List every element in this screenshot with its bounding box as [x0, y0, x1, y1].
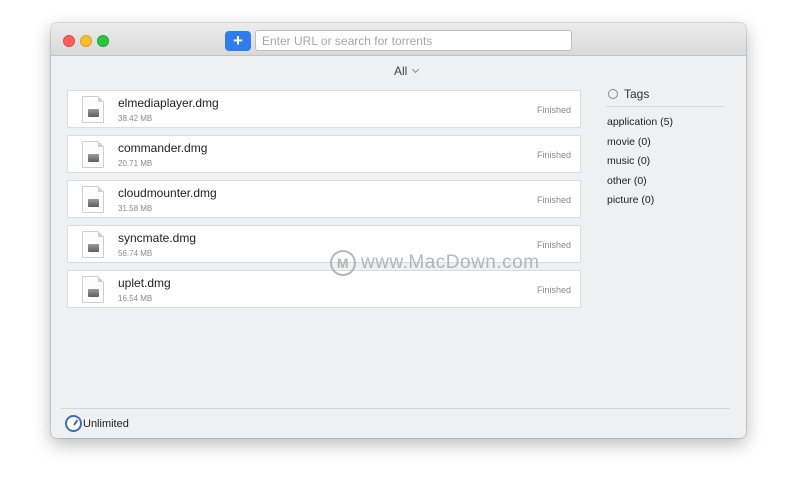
watermark: M www.MacDown.com — [330, 250, 540, 276]
torrent-status: Finished — [536, 150, 571, 160]
app-window: + All elmediaplayer.dmg 38.42 MB Finishe… — [51, 23, 746, 438]
torrent-status: Finished — [536, 240, 571, 250]
tags-header[interactable]: Tags — [606, 85, 724, 103]
dmg-file-icon — [82, 231, 104, 258]
filter-dropdown[interactable]: All — [394, 64, 420, 78]
watermark-logo: M — [330, 250, 356, 276]
tag-item-application[interactable]: application (5) — [606, 113, 724, 133]
torrent-list: elmediaplayer.dmg 38.42 MB Finished comm… — [67, 90, 581, 315]
tag-circle-icon — [608, 89, 618, 99]
speed-limit-label: Unlimited — [83, 417, 129, 430]
tag-item-picture[interactable]: picture (0) — [606, 191, 724, 211]
speed-limit-control[interactable]: Unlimited — [65, 415, 129, 432]
tags-panel: Tags application (5) movie (0) music (0)… — [606, 85, 724, 211]
torrent-row[interactable]: elmediaplayer.dmg 38.42 MB Finished — [67, 90, 581, 128]
torrent-status: Finished — [536, 285, 571, 295]
dmg-file-icon — [82, 96, 104, 123]
torrent-row[interactable]: commander.dmg 20.71 MB Finished — [67, 135, 581, 173]
torrent-status: Finished — [536, 195, 571, 205]
tag-item-other[interactable]: other (0) — [606, 172, 724, 192]
filter-label: All — [394, 64, 408, 78]
title-bar: + — [51, 23, 746, 56]
torrent-name: cloudmounter.dmg — [118, 186, 217, 200]
minimize-window-button[interactable] — [80, 35, 92, 47]
torrent-row[interactable]: cloudmounter.dmg 31.58 MB Finished — [67, 180, 581, 218]
torrent-name: syncmate.dmg — [118, 231, 197, 245]
status-divider — [61, 408, 730, 409]
speedometer-icon — [65, 415, 82, 432]
torrent-name: commander.dmg — [118, 141, 208, 155]
tags-divider — [606, 106, 724, 107]
dmg-file-icon — [82, 276, 104, 303]
tag-item-music[interactable]: music (0) — [606, 152, 724, 172]
watermark-text: www.MacDown.com — [361, 252, 540, 273]
add-torrent-button[interactable]: + — [225, 31, 251, 51]
torrent-size: 20.71 MB — [118, 159, 153, 168]
tags-title: Tags — [624, 87, 650, 101]
chevron-down-icon — [412, 65, 420, 74]
dmg-file-icon — [82, 141, 104, 168]
torrent-size: 31.58 MB — [118, 204, 153, 213]
close-window-button[interactable] — [63, 35, 75, 47]
torrent-size: 56.74 MB — [118, 249, 153, 258]
torrent-status: Finished — [536, 105, 571, 115]
torrent-name: uplet.dmg — [118, 276, 171, 290]
dmg-file-icon — [82, 186, 104, 213]
torrent-size: 16.54 MB — [118, 294, 153, 303]
zoom-window-button[interactable] — [97, 35, 109, 47]
torrent-size: 38.42 MB — [118, 114, 153, 123]
url-search-input[interactable] — [255, 30, 572, 51]
tag-item-movie[interactable]: movie (0) — [606, 133, 724, 153]
torrent-name: elmediaplayer.dmg — [118, 96, 219, 110]
